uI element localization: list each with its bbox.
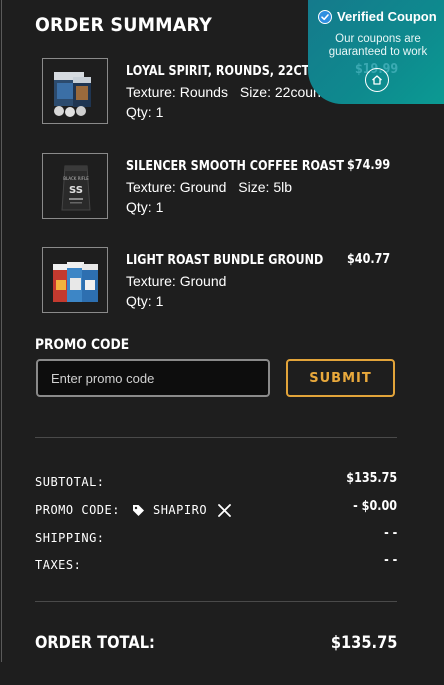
promo-code-label: PROMO CODE xyxy=(35,337,130,353)
order-total-value: $135.75 xyxy=(330,633,397,653)
texture-value: Ground xyxy=(179,273,227,289)
texture-value: Rounds xyxy=(179,84,228,100)
item-attributes: Texture: Ground xyxy=(126,273,226,289)
subtotal-value: $135.75 xyxy=(346,471,397,486)
qty-value: 1 xyxy=(155,293,164,309)
product-thumbnail[interactable] xyxy=(42,58,108,124)
item-price: $40.77 xyxy=(346,252,390,267)
shipping-value: - - xyxy=(383,526,397,541)
qty-label: Qty: xyxy=(126,199,152,215)
verified-coupon-title: Verified Coupon xyxy=(337,9,437,24)
product-image-bundle-bags xyxy=(53,262,98,302)
size-label: Size: xyxy=(238,179,270,195)
promo-code-input[interactable] xyxy=(36,359,270,397)
product-image-rounds-box xyxy=(54,72,91,117)
promo-discount-value: - $0.00 xyxy=(353,499,397,514)
check-circle-icon xyxy=(318,9,332,24)
coupon-text-line-2: guaranteed to work xyxy=(328,46,428,58)
item-quantity: Qty: 1 xyxy=(126,199,163,215)
product-thumbnail[interactable]: BLACK RIFLE SS xyxy=(42,153,108,219)
shipping-label: SHIPPING: xyxy=(35,531,105,545)
texture-value: Ground xyxy=(179,179,227,195)
item-quantity: Qty: 1 xyxy=(126,293,163,309)
product-thumbnail[interactable] xyxy=(42,247,108,313)
item-name: SILENCER SMOOTH COFFEE ROAST xyxy=(126,159,345,174)
qty-value: 1 xyxy=(155,199,164,215)
item-name: LOYAL SPIRIT, ROUNDS, 22CT xyxy=(126,64,310,79)
promo-code-row-label: PROMO CODE: xyxy=(35,503,120,517)
order-summary-title: ORDER SUMMARY xyxy=(35,14,212,36)
svg-text:BLACK RIFLE: BLACK RIFLE xyxy=(63,176,89,181)
qty-label: Qty: xyxy=(126,104,152,120)
verified-coupon-badge[interactable]: $19.99 Verified Coupon Our coupons are g… xyxy=(308,0,444,104)
remove-promo-close-icon[interactable] xyxy=(217,503,232,518)
qty-label: Qty: xyxy=(126,293,152,309)
cart-item: LIGHT ROAST BUNDLE GROUND $40.77 Texture… xyxy=(42,247,398,317)
item-attributes: Texture: Ground Size: 5lb xyxy=(126,179,292,195)
product-image-coffee-bag: BLACK RIFLE SS xyxy=(61,165,91,211)
item-price: $74.99 xyxy=(346,158,390,173)
texture-label: Texture: xyxy=(126,179,176,195)
submit-promo-button[interactable]: SUBMIT xyxy=(286,359,395,397)
subtotal-label: SUBTOTAL: xyxy=(35,475,105,489)
cart-item: BLACK RIFLE SS SILENCER SMOOTH COFFEE RO… xyxy=(42,153,398,223)
divider xyxy=(35,437,397,438)
texture-label: Texture: xyxy=(126,273,176,289)
item-name: LIGHT ROAST BUNDLE GROUND xyxy=(126,253,324,268)
order-total-label: ORDER TOTAL: xyxy=(35,633,155,653)
coupon-guarantee-text: Our coupons are guaranteed to work xyxy=(308,33,444,59)
tag-icon xyxy=(132,504,145,517)
taxes-value: - - xyxy=(383,553,397,568)
divider xyxy=(35,601,397,602)
applied-promo-row: PROMO CODE: SHAPIRO xyxy=(35,501,232,519)
coupon-text-line-1: Our coupons are xyxy=(335,33,421,45)
home-icon[interactable] xyxy=(365,68,389,92)
item-attributes: Texture: Rounds Size: 22count xyxy=(126,84,325,100)
qty-value: 1 xyxy=(155,104,164,120)
taxes-label: TAXES: xyxy=(35,558,82,572)
texture-label: Texture: xyxy=(126,84,176,100)
panel-left-border xyxy=(1,0,2,662)
size-value: 5lb xyxy=(273,179,292,195)
verified-coupon-header: Verified Coupon xyxy=(318,9,437,24)
item-quantity: Qty: 1 xyxy=(126,104,163,120)
applied-promo-code: SHAPIRO xyxy=(152,503,208,517)
size-label: Size: xyxy=(239,84,271,100)
svg-text:SS: SS xyxy=(69,185,83,196)
